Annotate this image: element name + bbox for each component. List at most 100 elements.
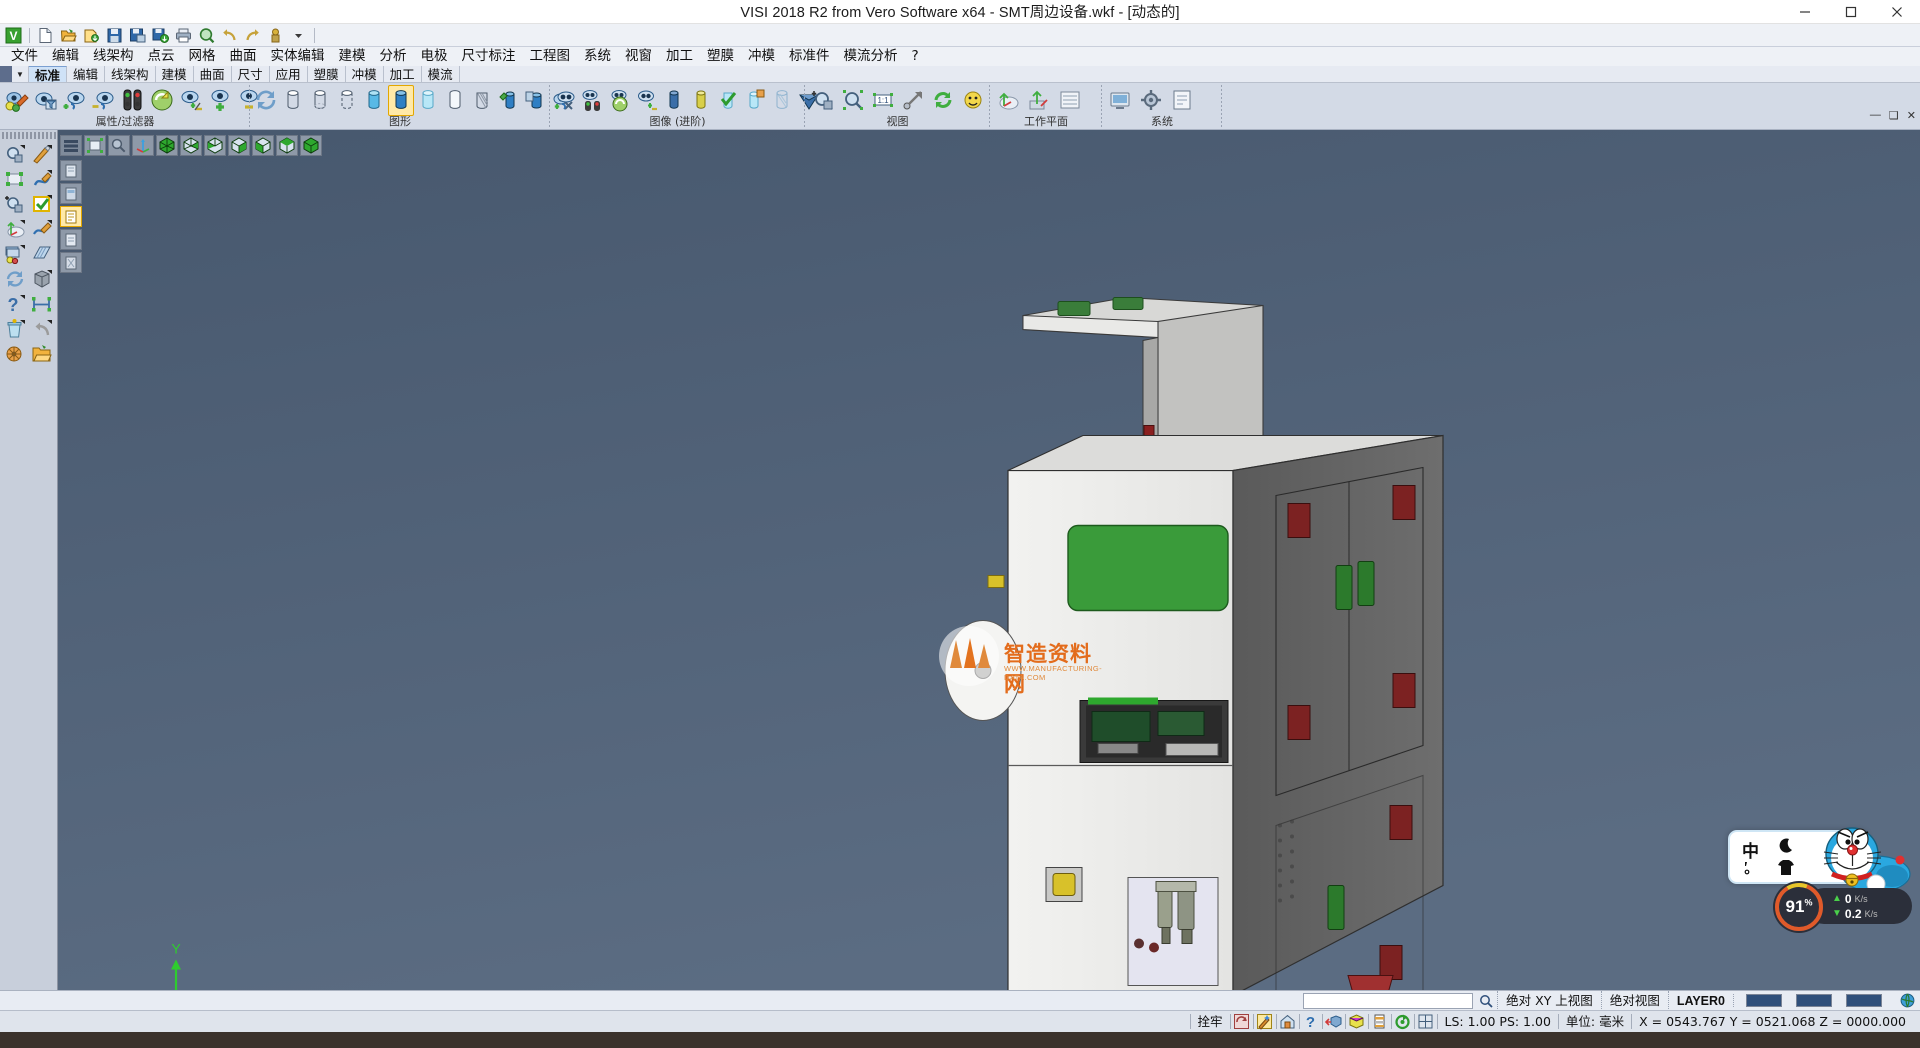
workplane-define-icon[interactable] <box>993 85 1023 116</box>
rotate-view-icon[interactable] <box>928 85 957 116</box>
refresh-image-icon[interactable] <box>607 85 633 116</box>
material-icon[interactable] <box>523 85 549 116</box>
snap-help-icon[interactable]: ? <box>1300 1012 1322 1031</box>
new-file-icon[interactable] <box>35 25 56 46</box>
menu-item-file[interactable]: 文件 <box>4 47 45 66</box>
hidden-line-dashed-icon[interactable] <box>334 85 360 116</box>
menu-item-pointcloud[interactable]: 点云 <box>141 47 182 66</box>
shaded-icon[interactable] <box>361 85 387 116</box>
traffic-light-icon[interactable] <box>580 85 606 116</box>
panel-toggle-1-icon[interactable] <box>60 160 82 181</box>
menu-item-machining[interactable]: 加工 <box>659 47 700 66</box>
color-swatch-2[interactable] <box>1796 994 1832 1007</box>
overflow-chevron-icon[interactable] <box>288 25 309 46</box>
tab-surface[interactable]: 曲面 <box>194 66 232 82</box>
grid-plane-icon[interactable] <box>29 241 56 266</box>
layer-manager-icon[interactable] <box>119 85 147 116</box>
toggle-visibility-icon[interactable] <box>177 85 205 116</box>
workplane-tool-icon[interactable] <box>2 216 29 241</box>
workplane-list-icon[interactable] <box>1055 85 1085 116</box>
wireframe-icon[interactable] <box>280 85 306 116</box>
magic-wand-icon[interactable] <box>1254 1012 1276 1031</box>
menu-item-help[interactable]: ? <box>905 47 926 66</box>
refresh-tool-icon[interactable] <box>2 266 29 291</box>
menu-item-mesh[interactable]: 网格 <box>182 47 223 66</box>
render-quality-icon[interactable] <box>496 85 522 116</box>
save-as-icon[interactable] <box>127 25 148 46</box>
snap-cycle-icon[interactable] <box>1231 1012 1253 1031</box>
entity-attributes-icon[interactable] <box>3 85 31 116</box>
tab-edit[interactable]: 编辑 <box>67 66 105 82</box>
iso-view-6-icon[interactable] <box>276 135 298 156</box>
system-tools-icon[interactable] <box>1136 85 1166 116</box>
attributes-palette-icon[interactable] <box>2 241 29 266</box>
menu-item-wireframe[interactable]: 线架构 <box>86 47 141 66</box>
solid-cube-icon[interactable] <box>29 266 56 291</box>
entity-filter-icon[interactable] <box>32 85 60 116</box>
shaded-with-edges-icon[interactable] <box>388 85 414 116</box>
show-all-icon[interactable] <box>553 85 579 116</box>
layer-stack-icon[interactable] <box>1369 1012 1391 1031</box>
regenerate-icon[interactable] <box>253 85 279 116</box>
menu-item-standard-parts[interactable]: 标准件 <box>782 47 837 66</box>
transparent-solid-icon[interactable] <box>769 85 795 116</box>
panel-toggle-3-icon[interactable] <box>60 206 82 227</box>
viewport-canvas[interactable]: Y X Z <box>58 130 1920 990</box>
undo-icon[interactable] <box>219 25 240 46</box>
solid-blue-icon[interactable] <box>661 85 687 116</box>
mdi-close-button[interactable]: ✕ <box>1907 109 1916 122</box>
globe-icon[interactable] <box>1894 993 1920 1008</box>
snap-box-icon[interactable] <box>1346 1012 1368 1031</box>
transparent-shade-icon[interactable] <box>415 85 441 116</box>
menu-item-electrode[interactable]: 电极 <box>414 47 455 66</box>
zoom-window-icon[interactable] <box>838 85 867 116</box>
tab-modeling[interactable]: 建模 <box>156 66 194 82</box>
panel-toggle-5-icon[interactable] <box>60 252 82 273</box>
fit-window-icon[interactable] <box>84 135 106 156</box>
punctuation-icon[interactable] <box>1742 860 1758 880</box>
menu-item-analysis[interactable]: 分析 <box>373 47 414 66</box>
settings-icon[interactable] <box>265 25 286 46</box>
dynamic-view-icon[interactable] <box>958 85 987 116</box>
ime-mode-label[interactable]: 中 <box>1742 837 1759 862</box>
panel-toggle-4-icon[interactable] <box>60 229 82 250</box>
iso-view-7-icon[interactable] <box>300 135 322 156</box>
menu-item-drawing[interactable]: 工程图 <box>523 47 578 66</box>
panel-toggle-2-icon[interactable] <box>60 183 82 204</box>
menu-item-window[interactable]: 视窗 <box>618 47 659 66</box>
snap-solid-icon[interactable] <box>1323 1012 1345 1031</box>
add-visible-icon[interactable] <box>206 85 234 116</box>
cad-wheel-icon[interactable] <box>2 341 29 366</box>
help-query-icon[interactable]: ? <box>2 291 29 316</box>
tab-mould[interactable]: 塑膜 <box>308 66 346 82</box>
redo-icon[interactable] <box>242 25 263 46</box>
zoom-plus-icon[interactable] <box>2 191 29 216</box>
show-entity-icon[interactable] <box>61 85 89 116</box>
measure-distance-icon[interactable] <box>29 291 56 316</box>
system-config-icon[interactable] <box>1105 85 1135 116</box>
draw-line-icon[interactable] <box>29 141 56 166</box>
tab-standard[interactable]: 标准 <box>29 66 67 82</box>
mdi-restore-button[interactable]: ❑ <box>1889 109 1899 122</box>
left-palette-grip[interactable] <box>2 132 56 139</box>
menu-item-modeling[interactable]: 建模 <box>332 47 373 66</box>
color-swatch-3[interactable] <box>1846 994 1882 1007</box>
hide-entity-icon[interactable] <box>90 85 118 116</box>
zoom-dynamic-icon[interactable] <box>108 135 130 156</box>
refresh-view-icon[interactable] <box>148 85 176 116</box>
menu-item-mould[interactable]: 塑膜 <box>700 47 741 66</box>
menu-item-progress[interactable]: 冲模 <box>741 47 782 66</box>
check-solid-icon[interactable] <box>715 85 741 116</box>
close-button[interactable] <box>1874 0 1920 24</box>
minimize-button[interactable] <box>1782 0 1828 24</box>
edit-sketch-icon[interactable] <box>29 216 56 241</box>
section-view-icon[interactable] <box>469 85 495 116</box>
magnifier-icon[interactable] <box>1475 994 1497 1008</box>
undo-arrow-icon[interactable] <box>29 316 56 341</box>
tab-machining[interactable]: 加工 <box>384 66 422 82</box>
toggle-image-icon[interactable] <box>634 85 660 116</box>
tab-press[interactable]: 冲模 <box>346 66 384 82</box>
menu-item-edit[interactable]: 编辑 <box>45 47 86 66</box>
iso-view-4-icon[interactable] <box>228 135 250 156</box>
edit-curve-icon[interactable] <box>29 166 56 191</box>
